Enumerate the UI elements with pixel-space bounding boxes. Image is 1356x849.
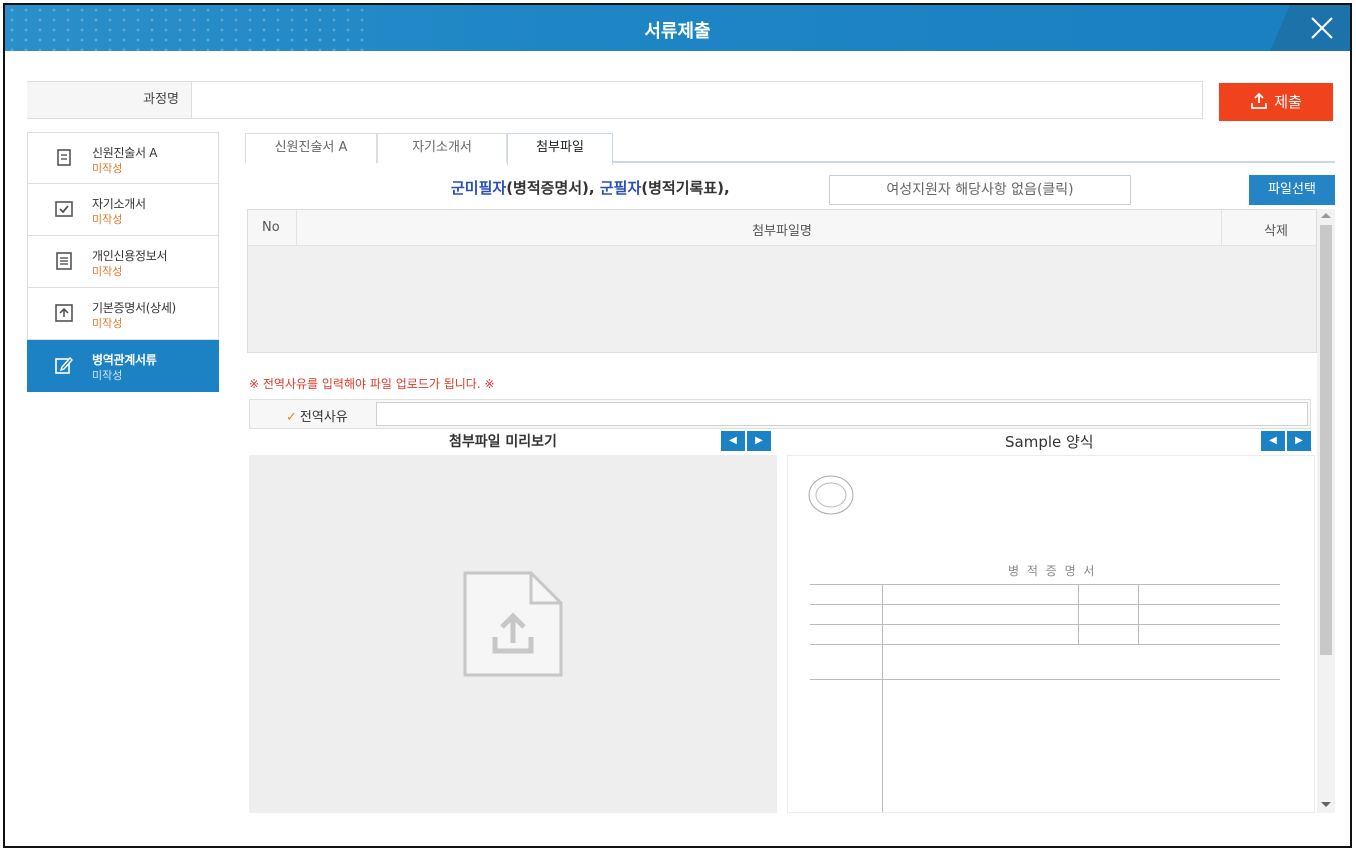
scroll-up-arrow[interactable] — [1321, 213, 1331, 218]
sidebar-item-state: 미작성 — [92, 317, 123, 330]
sidebar-item-label: 신원진술서 A — [92, 146, 158, 160]
sidebar-item-state: 미작성 — [92, 369, 123, 382]
course-name-field — [191, 82, 1203, 118]
dialog-title: 서류제출 — [644, 21, 711, 42]
sidebar-item-state: 미작성 — [92, 162, 123, 175]
sidebar-item-identity-statement[interactable]: 신원진술서 A 미작성 — [27, 132, 219, 184]
upload-box-icon — [55, 304, 73, 322]
notice-served-doc: (병적기록표), — [641, 179, 730, 197]
notice-unserved-doc: (병적증명서), — [506, 179, 595, 197]
scroll-thumb[interactable] — [1320, 225, 1332, 655]
tab-attachments[interactable]: 첨부파일 — [507, 133, 613, 165]
notice-unserved: 군미필자 — [451, 179, 507, 197]
list-document-icon — [56, 252, 72, 270]
submit-button[interactable]: 제출 — [1219, 83, 1333, 121]
file-select-button[interactable]: 파일선택 — [1249, 175, 1335, 205]
preview-prev-button[interactable]: ◀ — [721, 431, 745, 451]
sample-prev-button[interactable]: ◀ — [1261, 431, 1285, 451]
close-icon[interactable] — [1308, 14, 1336, 42]
sample-document-image: 병 적 증 명 서 — [787, 455, 1315, 813]
course-row: 과정명 — [27, 81, 1203, 119]
preview-title: 첨부파일 미리보기 — [449, 434, 557, 450]
title-bar: 서류제출 — [5, 5, 1350, 51]
tab-identity-statement[interactable]: 신원진술서 A — [245, 133, 377, 163]
checkbox-icon — [55, 201, 73, 217]
sidebar-item-state: 미작성 — [92, 213, 123, 226]
preview-next-button[interactable]: ▶ — [747, 431, 771, 451]
discharge-reason-label: ✓ 전역사유 — [286, 410, 348, 425]
sidebar-item-basic-certificate[interactable]: 기본증명서(상세) 미작성 — [27, 288, 219, 340]
attachment-table: No 첨부파일명 삭제 — [247, 209, 1317, 353]
scroll-down-arrow[interactable] — [1321, 802, 1331, 807]
column-header-filename: 첨부파일명 — [752, 224, 812, 239]
sidebar-item-label: 기본증명서(상세) — [92, 301, 176, 315]
tab-bar: 신원진술서 A 자기소개서 첨부파일 — [245, 133, 1335, 165]
sidebar-item-credit-info[interactable]: 개인신용정보서 미작성 — [27, 236, 219, 288]
upload-icon — [1251, 92, 1268, 109]
official-seal-icon — [808, 475, 854, 515]
upload-warning: ※ 전역사유를 입력해야 파일 업로드가 됩니다. ※ — [249, 377, 495, 391]
discharge-reason-input[interactable] — [376, 402, 1308, 426]
preview-pager: ◀ ▶ — [721, 431, 771, 451]
sample-pager: ◀ ▶ — [1261, 431, 1311, 451]
attachment-preview-area — [249, 455, 777, 813]
edit-icon — [55, 356, 73, 374]
sidebar: 신원진술서 A 미작성 자기소개서 미작성 개인신용정보서 미작성 기본증명서(… — [27, 132, 219, 392]
sample-certificate: 병 적 증 명 서 — [798, 464, 1308, 812]
table-header: No 첨부파일명 삭제 — [248, 210, 1316, 246]
sidebar-item-military-documents[interactable]: 병역관계서류 미작성 — [27, 340, 219, 392]
sidebar-item-state: 미작성 — [92, 265, 123, 278]
sample-next-button[interactable]: ▶ — [1287, 431, 1311, 451]
required-documents-notice: 군미필자(병적증명서), 군필자(병적기록표), — [451, 177, 730, 198]
sidebar-item-label: 개인신용정보서 — [92, 249, 168, 263]
document-icon — [57, 149, 71, 166]
sample-document-title: 병 적 증 명 서 — [1008, 564, 1097, 578]
female-not-applicable-button[interactable]: 여성지원자 해당사항 없음(클릭) — [829, 175, 1131, 205]
check-mark-icon: ✓ — [286, 410, 297, 425]
course-label: 과정명 — [27, 82, 191, 118]
sample-title: Sample 양식 — [1005, 433, 1094, 451]
notice-served: 군필자 — [599, 179, 642, 197]
sidebar-item-label: 자기소개서 — [92, 197, 146, 211]
submit-label: 제출 — [1274, 93, 1302, 111]
vertical-scrollbar[interactable] — [1317, 209, 1335, 813]
sidebar-item-self-introduction[interactable]: 자기소개서 미작성 — [27, 184, 219, 236]
tab-self-introduction[interactable]: 자기소개서 — [377, 133, 507, 163]
file-upload-placeholder-icon — [463, 571, 563, 677]
column-header-delete: 삭제 — [1264, 224, 1288, 239]
sidebar-item-label: 병역관계서류 — [92, 353, 157, 367]
submission-dialog: 서류제출 과정명 제출 신원진술서 A 미작성 자기소개서 미작성 개인신용정보… — [3, 3, 1352, 848]
discharge-reason-row: ✓ 전역사유 — [249, 399, 1311, 429]
